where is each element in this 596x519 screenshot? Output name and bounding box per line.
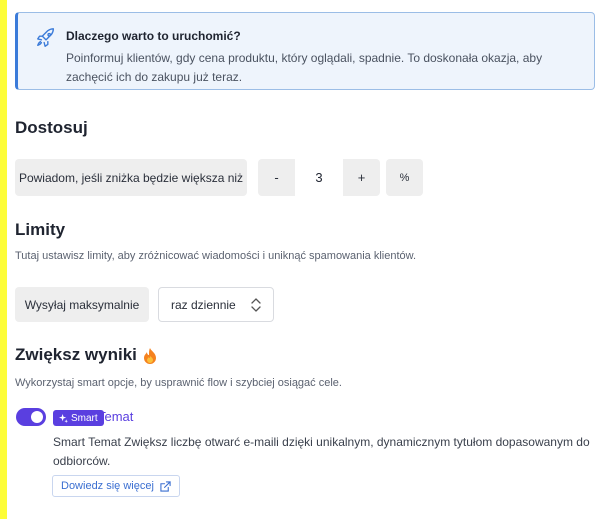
send-max-label: Wysyłaj maksymalnie xyxy=(15,287,149,322)
boost-heading: Zwiększ wyniki xyxy=(15,345,157,365)
smart-badge-label: Smart xyxy=(71,412,98,424)
sparkle-icon xyxy=(59,413,68,423)
info-description: Poinformuj klientów, gdy cena produktu, … xyxy=(66,51,543,84)
boost-description: Wykorzystaj smart opcje, by usprawnić fl… xyxy=(15,377,342,389)
smart-option-description: Smart Temat Zwiększ liczbę otwarć e-mail… xyxy=(53,435,590,468)
decrement-button[interactable]: - xyxy=(258,159,295,196)
smart-badge: Smart xyxy=(53,410,104,426)
discount-stepper: - 3 + xyxy=(258,159,380,196)
settings-panel: Dlaczego warto to uruchomić? Poinformuj … xyxy=(7,0,596,519)
chevron-updown-icon xyxy=(251,298,261,312)
fire-icon xyxy=(143,347,156,364)
smart-option-title: Temat xyxy=(98,409,134,424)
increment-button[interactable]: + xyxy=(343,159,380,196)
boost-heading-text: Zwiększ wyniki xyxy=(15,345,137,364)
unit-label: % xyxy=(386,159,423,196)
rocket-icon xyxy=(37,28,55,47)
frequency-value: raz dziennie xyxy=(171,297,236,312)
condition-label: Powiadom, jeśli zniżka będzie większa ni… xyxy=(15,159,247,196)
limits-description: Tutaj ustawisz limity, aby zróżnicować w… xyxy=(15,250,417,262)
info-box: Dlaczego warto to uruchomić? Poinformuj … xyxy=(15,12,595,90)
discount-value[interactable]: 3 xyxy=(295,159,343,196)
smart-topic-toggle[interactable] xyxy=(16,408,46,426)
learn-more-button[interactable]: Dowiedz się więcej xyxy=(52,475,180,497)
frequency-select[interactable]: raz dziennie xyxy=(158,287,274,322)
external-link-icon xyxy=(160,480,171,492)
limits-heading: Limity xyxy=(15,220,66,239)
customize-heading: Dostosuj xyxy=(15,118,88,137)
info-title: Dlaczego warto to uruchomić? xyxy=(66,29,241,43)
learn-more-label: Dowiedz się więcej xyxy=(61,480,154,492)
